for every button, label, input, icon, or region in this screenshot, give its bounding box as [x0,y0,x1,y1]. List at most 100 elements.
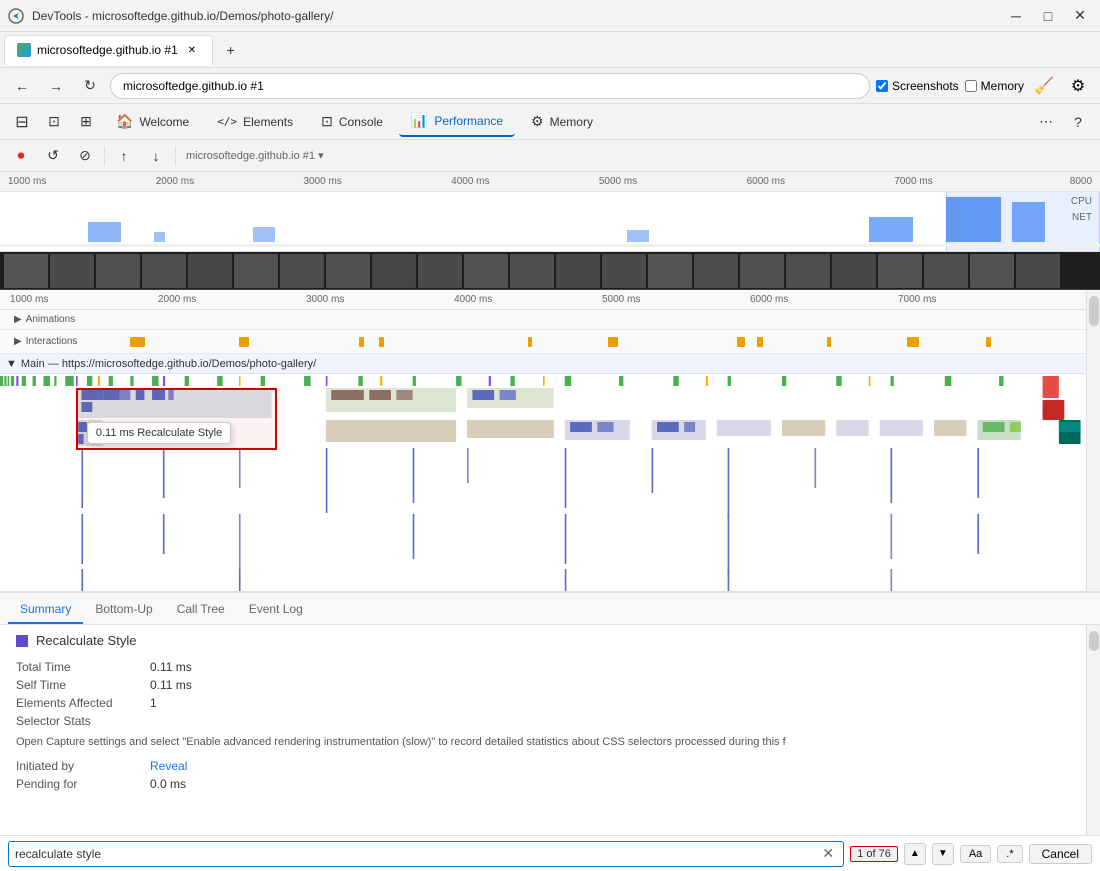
animations-label: ▶ Animations [10,314,75,325]
tab-elements[interactable]: </> Elements [205,107,305,137]
flame-tick-5000: 5000 ms [602,294,750,305]
tab-label: microsoftedge.github.io #1 [37,43,178,57]
forward-button[interactable]: → [42,72,70,100]
main-thread-section: ▼ Main — https://microsoftedge.github.io… [0,354,1086,591]
animations-chevron: ▶ [14,314,22,325]
domain-label: microsoftedge.github.io #1 ▾ [182,149,328,162]
back-button[interactable]: ← [8,72,36,100]
minimize-button[interactable]: ─ [1004,4,1028,28]
tick-7000: 7000 ms [894,176,1042,187]
title-text: DevTools - microsoftedge.github.io/Demos… [32,9,996,23]
interaction-bar-1 [130,337,145,347]
main-chevron: ▼ [6,358,17,370]
tick-6000: 6000 ms [747,176,895,187]
tab-summary[interactable]: Summary [8,596,83,624]
flame-tick-6000: 6000 ms [750,294,898,305]
interaction-bar-9 [827,337,831,347]
tab-event-log[interactable]: Event Log [237,596,315,624]
interaction-bar-4 [379,337,384,347]
help-button[interactable]: ? [1064,108,1092,136]
flame-scrollbar[interactable] [1086,290,1100,591]
main-thread-content[interactable]: 0.11 ms Recalculate Style [0,374,1086,591]
interaction-bar-7 [737,337,745,347]
scrollbar-thumb[interactable] [1089,296,1099,326]
flame-main: 1000 ms 2000 ms 3000 ms 4000 ms 5000 ms … [0,290,1086,591]
interaction-bar-8 [757,337,763,347]
flame-tick-3000: 3000 ms [306,294,454,305]
address-text: microsoftedge.github.io #1 [123,79,264,93]
clean-icon[interactable]: 🧹 [1030,72,1058,100]
search-input-wrap[interactable]: ✕ [8,841,844,867]
devtools-dock-button[interactable]: ⊡ [40,108,68,136]
screenshots-checkbox[interactable]: Screenshots [876,79,959,93]
devtools-layout-button[interactable]: ⊞ [72,108,100,136]
flame-tick-end [1046,294,1086,305]
summary-color-indicator [16,635,28,647]
upload-button[interactable]: ↑ [111,143,137,169]
devtools-toggle-button[interactable]: ⊟ [8,108,36,136]
tab-performance[interactable]: 📊 Performance [399,107,515,137]
refresh-record-button[interactable]: ↺ [40,143,66,169]
summary-row-self-time: Self Time 0.11 ms [16,676,1070,694]
animations-row: ▶ Animations [0,310,1086,330]
summary-row-total-time: Total Time 0.11 ms [16,658,1070,676]
search-count: 1 of 76 [850,846,898,862]
flame-area: 1000 ms 2000 ms 3000 ms 4000 ms 5000 ms … [0,290,1100,591]
address-bar: ← → ↻ microsoftedge.github.io #1 Screens… [0,68,1100,104]
overview-area[interactable]: 1000 ms 2000 ms 3000 ms 4000 ms 5000 ms … [0,172,1100,252]
more-tabs-button[interactable]: ⋯ [1032,108,1060,136]
flame-tick-1000: 1000 ms [10,294,158,305]
tick-4000: 4000 ms [451,176,599,187]
tab-close-button[interactable]: ✕ [184,42,200,58]
download-button[interactable]: ↓ [143,143,169,169]
bottom-panel-scrollbar[interactable] [1086,625,1100,835]
devtools-settings-button[interactable]: ⚙ [1064,72,1092,100]
reveal-link[interactable]: Reveal [150,759,1070,773]
flame-rows-container[interactable]: ▶ Animations ▶ Interactions [0,310,1086,591]
net-label: NET [1072,212,1092,223]
timeline-controls: ⏺ ↺ ⊘ ↑ ↓ microsoftedge.github.io #1 ▾ [0,140,1100,172]
tab-welcome[interactable]: 🏠 Welcome [104,107,201,137]
tab-console[interactable]: ⊡ Console [309,107,395,137]
reload-button[interactable]: ↻ [76,72,104,100]
separator2 [175,146,176,166]
cpu-label: CPU [1071,196,1092,207]
interactions-label: ▶ Interactions [10,336,90,347]
tab-call-tree[interactable]: Call Tree [165,596,237,624]
bottom-scrollbar-thumb[interactable] [1089,631,1099,651]
interaction-bar-10 [907,337,919,347]
search-cancel-button[interactable]: Cancel [1029,844,1092,864]
interaction-bar-2 [239,337,249,347]
tick-1000: 1000 ms [8,176,156,187]
tab-memory[interactable]: ⚙ Memory [519,107,605,137]
tab-bottom-up[interactable]: Bottom-Up [83,596,164,624]
summary-title: Recalculate Style [16,633,1070,648]
close-button[interactable]: ✕ [1068,4,1092,28]
search-regex-button[interactable]: .* [997,845,1022,863]
cpu-chart-svg [0,192,1100,247]
summary-row-selector-stats: Selector Stats [16,712,1070,730]
address-input[interactable]: microsoftedge.github.io #1 [110,73,870,99]
clear-button[interactable]: ⊘ [72,143,98,169]
search-case-button[interactable]: Aa [960,845,991,863]
search-next-button[interactable]: ▼ [932,843,954,865]
browser-tab[interactable]: microsoftedge.github.io #1 ✕ [4,35,213,65]
screenshots-label: Screenshots [892,79,959,93]
summary-row-elements: Elements Affected 1 [16,694,1070,712]
summary-content: Recalculate Style Total Time 0.11 ms Sel… [0,625,1086,835]
interaction-bar-6 [608,337,618,347]
search-prev-button[interactable]: ▲ [904,843,926,865]
flame-tick-4000: 4000 ms [454,294,602,305]
memory-checkbox[interactable]: Memory [965,79,1024,93]
restore-button[interactable]: □ [1036,4,1060,28]
summary-note: Open Capture settings and select "Enable… [16,734,916,751]
record-button[interactable]: ⏺ [8,143,34,169]
interactions-chevron: ▶ [14,336,22,347]
search-input[interactable] [15,847,819,861]
new-tab-button[interactable]: + [219,38,243,62]
screenshots-strip [0,252,1100,290]
search-clear-button[interactable]: ✕ [819,845,837,863]
interactions-row: ▶ Interactions [0,330,1086,354]
flame-selection-box [76,388,277,450]
flame-tick-7000: 7000 ms [898,294,1046,305]
